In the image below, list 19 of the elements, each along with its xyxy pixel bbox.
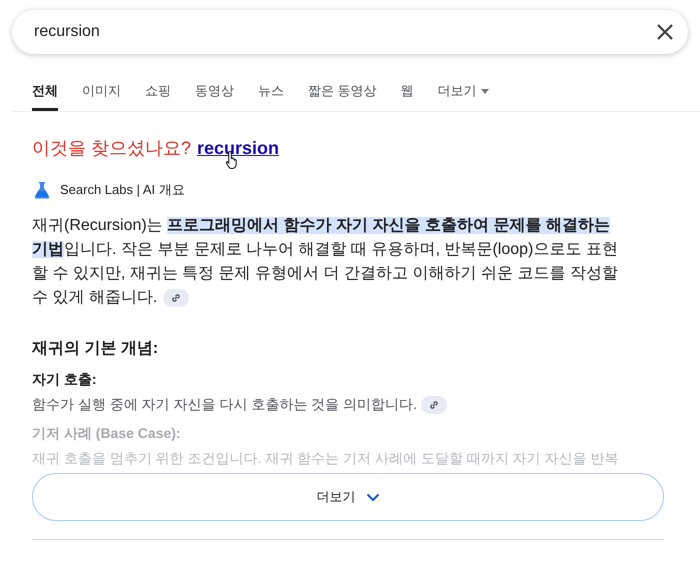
term-description: 재귀 호출을 멈추기 위한 조건입니다. 재귀 함수는 기저 사례에 도달할 때까지 자기 자신을 반복 <box>32 450 618 466</box>
search-query: recursion <box>34 23 101 41</box>
search-tab[interactable]: 짧은 동영상 <box>308 76 377 111</box>
section-heading: 재귀의 기본 개념: <box>32 339 160 359</box>
ai-overview-source: Search Labs | AI 개요 <box>60 181 185 199</box>
term-label: 기저 사례 (Base Case): <box>32 425 182 443</box>
search-tab[interactable]: 쇼핑 <box>145 76 171 111</box>
search-field[interactable]: recursion <box>12 10 688 54</box>
search-tab[interactable]: 동영상 <box>195 76 234 111</box>
ai-summary-paragraph: 재귀(Recursion)는 프로그래밍에서 함수가 자기 자신을 호출하여 문제를 해결하는 기법입니다. 작은 부분 문제로 나누어 해결할 때 유용하며, 반복문(loop)으로도 표현할 수 있지만, 재귀는 특정 문제 유형에서 더 간결하고 이해하기 쉬운 코드를 작성할 수 있게 해줍니다. <box>32 216 619 308</box>
search-tab[interactable]: 뉴스 <box>258 76 284 111</box>
search-tab[interactable]: 웹 <box>400 76 414 111</box>
suggestion-link[interactable]: recursion <box>197 138 280 159</box>
did-you-mean-label: 이것을 찾으셨나요? <box>32 137 192 160</box>
show-more-button[interactable]: 더보기 <box>32 473 664 521</box>
term-label: 자기 호출: <box>32 371 98 389</box>
search-tab[interactable]: 더보기 <box>438 76 489 111</box>
term-description: 함수가 실행 중에 자기 자신을 다시 호출하는 것을 의미합니다. <box>32 396 418 412</box>
search-tab[interactable]: 이미지 <box>82 76 121 111</box>
